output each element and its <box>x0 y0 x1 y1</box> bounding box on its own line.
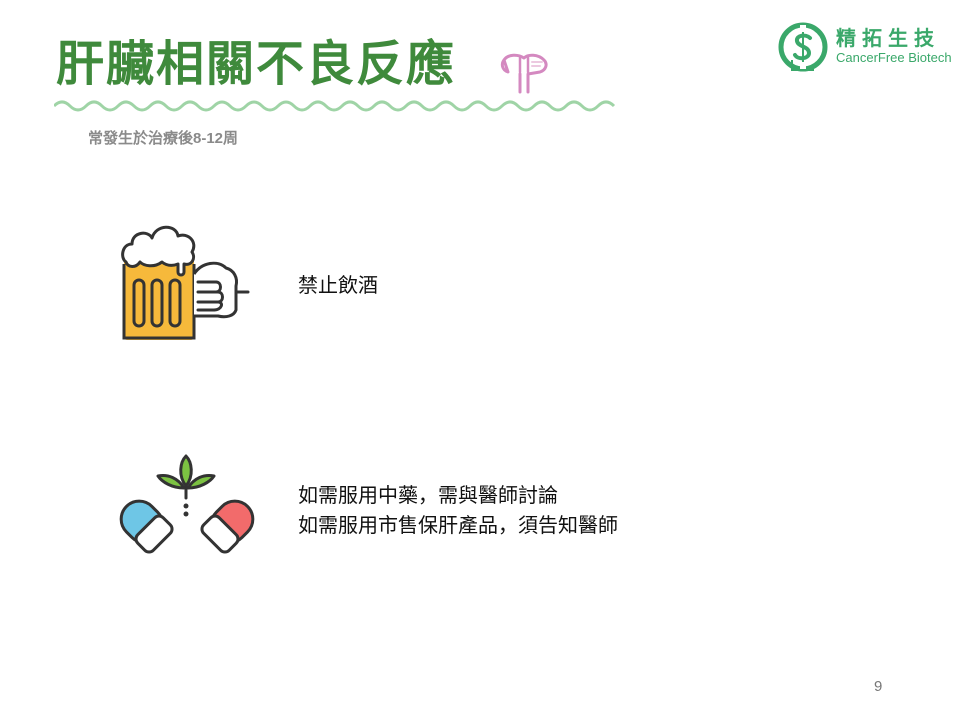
liver-icon <box>500 53 548 94</box>
slide-title: 肝臟相關不良反應 <box>56 36 457 92</box>
item-herbal-medicine: 如需服用中藥，需與醫師討論 如需服用市售保肝產品，須告知醫師 <box>298 480 618 540</box>
item-line: 禁止飲酒 <box>298 273 378 297</box>
company-logo: 精拓生技 CancerFree Biotech <box>776 20 956 76</box>
beer-fist-icon <box>121 225 250 340</box>
item-line: 如需服用中藥，需與醫師討論 <box>298 483 558 507</box>
item-no-alcohol: 禁止飲酒 <box>298 270 378 300</box>
logo-mark-icon <box>778 22 828 72</box>
item-line: 如需服用市售保肝產品，須告知醫師 <box>298 513 618 537</box>
page-number: 9 <box>874 678 883 695</box>
herb-capsule-icon <box>119 454 255 554</box>
logo-name-en: CancerFree Biotech <box>836 50 952 65</box>
slide-subtitle: 常發生於治療後8-12周 <box>88 130 239 147</box>
logo-name-cn: 精拓生技 <box>836 26 940 50</box>
title-underline-wave <box>54 100 616 112</box>
